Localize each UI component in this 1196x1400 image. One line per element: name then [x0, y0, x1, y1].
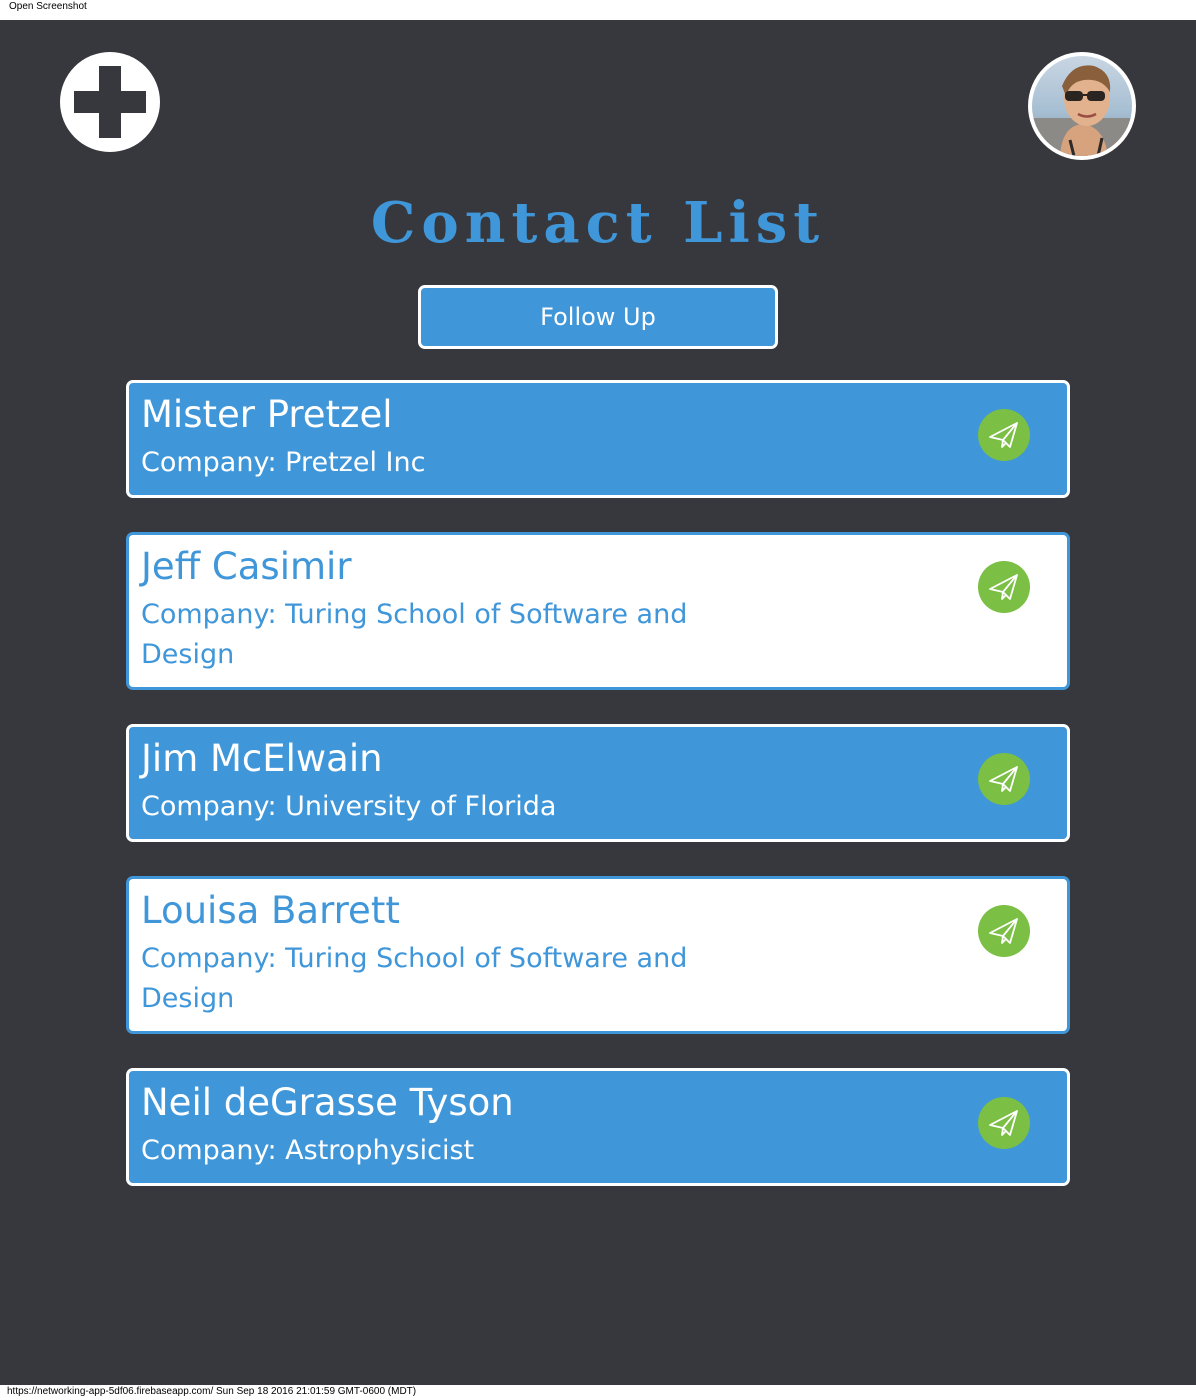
contact-name: Mister Pretzel	[141, 393, 393, 436]
contact-card[interactable]: Jeff Casimir Company: Turing School of S…	[126, 532, 1070, 690]
paper-plane-icon	[989, 574, 1018, 600]
contact-card[interactable]: Jim McElwain Company: University of Flor…	[126, 724, 1070, 842]
contact-company: Company: Turing School of Software and D…	[141, 599, 688, 670]
contact-company: Company: University of Florida	[141, 791, 557, 822]
follow-up-button[interactable]: Follow Up	[418, 285, 778, 349]
page-title: Contact List	[370, 190, 826, 256]
contact-card[interactable]: Mister Pretzel Company: Pretzel Inc	[126, 380, 1070, 498]
contact-card[interactable]: Neil deGrasse Tyson Company: Astrophysic…	[126, 1068, 1070, 1186]
header-text: Open Screenshot	[9, 1, 87, 12]
contact-company: Company: Turing School of Software and D…	[141, 943, 688, 1014]
avatar-photo-icon	[1032, 56, 1132, 156]
plus-icon-bar	[74, 91, 146, 113]
paper-plane-icon	[989, 918, 1018, 944]
paper-plane-icon	[989, 766, 1018, 792]
send-icon[interactable]	[978, 409, 1030, 461]
send-icon[interactable]	[978, 905, 1030, 957]
contact-card[interactable]: Louisa Barrett Company: Turing School of…	[126, 876, 1070, 1034]
browser-header: Open Screenshot	[0, 0, 1196, 20]
send-icon[interactable]	[978, 753, 1030, 805]
contact-name: Louisa Barrett	[141, 889, 400, 932]
send-icon[interactable]	[978, 561, 1030, 613]
contact-name: Jeff Casimir	[141, 545, 352, 588]
contact-name: Jim McElwain	[141, 737, 383, 780]
footer-url-timestamp: https://networking-app-5df06.firebaseapp…	[7, 1386, 417, 1397]
send-icon[interactable]	[978, 1097, 1030, 1149]
app-container: Contact List Follow Up Mister Pretzel Co…	[0, 20, 1196, 1385]
browser-footer: https://networking-app-5df06.firebaseapp…	[0, 1385, 1196, 1400]
user-avatar[interactable]	[1028, 52, 1136, 160]
add-contact-button[interactable]	[60, 52, 160, 152]
contact-company: Company: Pretzel Inc	[141, 447, 426, 478]
paper-plane-icon	[989, 422, 1018, 448]
paper-plane-icon	[989, 1110, 1018, 1136]
contact-name: Neil deGrasse Tyson	[141, 1081, 514, 1124]
contact-company: Company: Astrophysicist	[141, 1135, 475, 1166]
